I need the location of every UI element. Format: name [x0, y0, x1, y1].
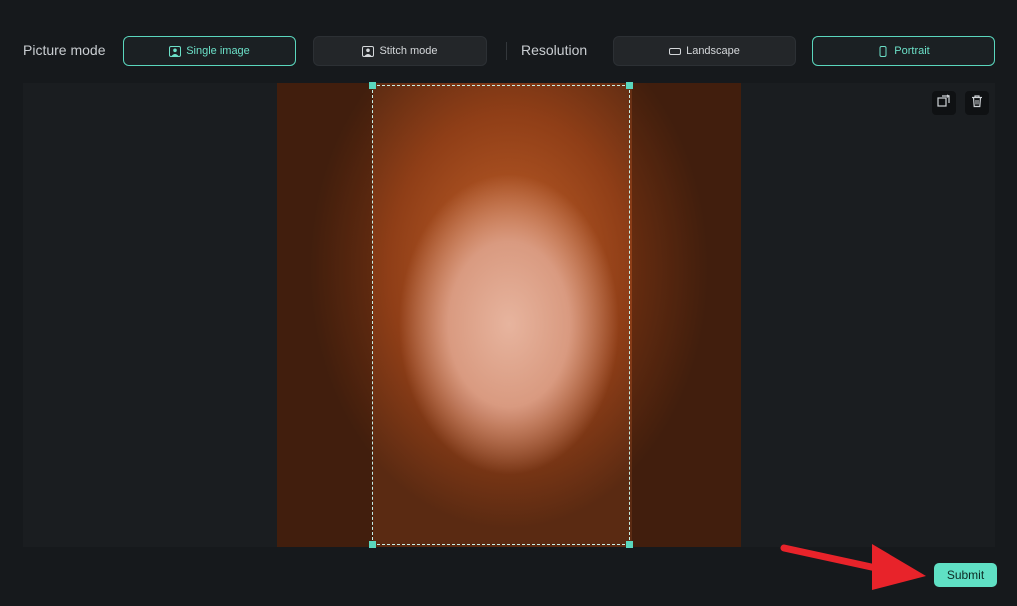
crop-handle-top-right[interactable] — [626, 82, 633, 89]
crop-mask-left — [277, 83, 373, 547]
image-icon — [169, 45, 182, 57]
trash-icon — [970, 94, 984, 113]
resolution-label: Resolution — [521, 42, 588, 58]
replace-image-button[interactable] — [932, 91, 956, 115]
toolbar-divider — [506, 42, 507, 60]
single-image-label: Single image — [186, 45, 250, 57]
single-image-button[interactable]: Single image — [123, 36, 296, 66]
crop-handle-top-left[interactable] — [369, 82, 376, 89]
crop-handle-bottom-right[interactable] — [626, 541, 633, 548]
toolbar: Picture mode Single image Stitch mode Re… — [0, 0, 1017, 80]
replace-image-icon — [937, 94, 951, 113]
portrait-button[interactable]: Portrait — [812, 36, 995, 66]
landscape-label: Landscape — [686, 45, 740, 57]
submit-button[interactable]: Submit — [934, 563, 997, 587]
landscape-button[interactable]: Landscape — [613, 36, 796, 66]
landscape-rect-icon — [669, 46, 682, 57]
crop-mask-right — [632, 83, 741, 547]
stitch-mode-button[interactable]: Stitch mode — [313, 36, 487, 66]
stitch-mode-label: Stitch mode — [379, 45, 438, 57]
annotation-arrow-icon — [780, 544, 926, 590]
delete-image-button[interactable] — [965, 91, 989, 115]
portrait-label: Portrait — [894, 45, 930, 57]
portrait-rect-icon — [877, 45, 889, 57]
crop-frame[interactable] — [372, 85, 630, 545]
picture-mode-label: Picture mode — [23, 42, 106, 58]
portrait-icon — [362, 45, 375, 57]
crop-handle-bottom-left[interactable] — [369, 541, 376, 548]
